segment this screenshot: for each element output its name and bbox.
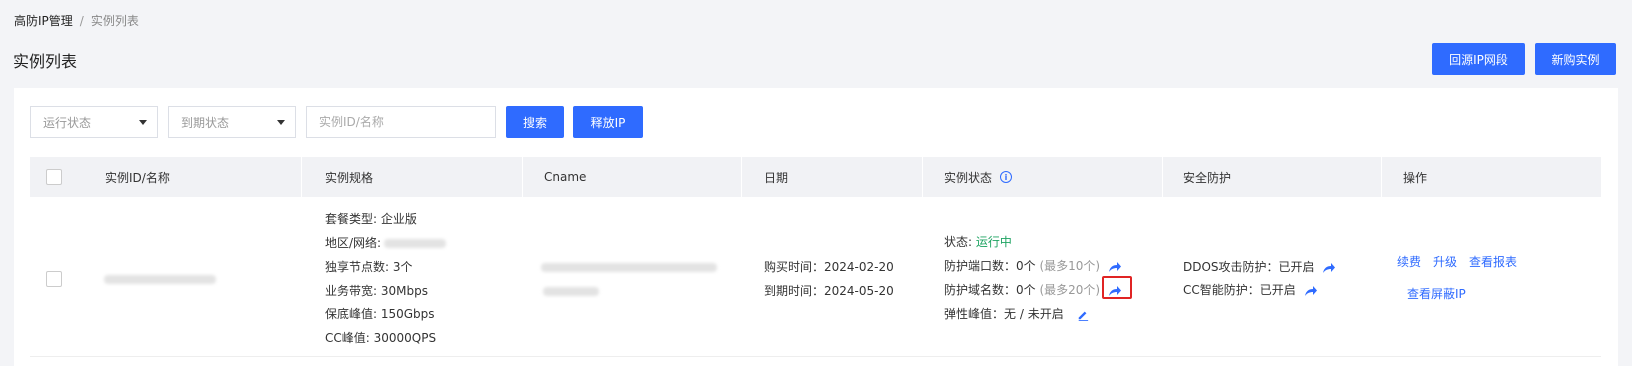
cc-label: CC智能防护： xyxy=(1183,283,1260,297)
caret-down-icon xyxy=(277,120,285,125)
elastic-value: 无 / 未开启 xyxy=(1004,307,1064,321)
header-spec: 实例规格 xyxy=(325,170,374,185)
row-checkbox[interactable] xyxy=(46,271,62,287)
backsrc-ip-button[interactable]: 回源IP网段 xyxy=(1432,43,1525,75)
expire-date: 到期时间：2024-05-20 xyxy=(764,284,894,298)
domains-max: (最多20个) xyxy=(1039,283,1101,297)
header-instance-id: 实例ID/名称 xyxy=(105,170,170,185)
redacted-cname xyxy=(543,287,599,296)
breadcrumb-parent[interactable]: 高防IP管理 xyxy=(14,14,73,28)
cc-value: 已开启 xyxy=(1259,283,1296,297)
spec-nodes: 独享节点数: 3个 xyxy=(325,260,413,274)
spec-bandwidth: 业务带宽: 30Mbps xyxy=(325,284,428,298)
buy-date: 购买时间：2024-02-20 xyxy=(764,260,894,274)
select-all-checkbox[interactable] xyxy=(46,169,62,185)
renew-link[interactable]: 续费 xyxy=(1397,254,1421,270)
header-date: 日期 xyxy=(764,170,789,185)
row-divider xyxy=(30,356,1601,357)
column-divider xyxy=(922,157,923,197)
upgrade-link[interactable]: 升级 xyxy=(1433,254,1457,270)
highlight-box xyxy=(1102,276,1132,299)
redacted-region xyxy=(384,239,446,248)
header-instance-status-label: 实例状态 xyxy=(944,170,993,185)
ports-value: 0个 xyxy=(1016,259,1036,273)
edit-icon[interactable] xyxy=(1076,309,1090,321)
column-divider xyxy=(1162,157,1163,197)
column-divider xyxy=(741,157,742,197)
ddos-line: DDOS攻击防护：已开启 xyxy=(1183,259,1336,275)
ddos-value: 已开启 xyxy=(1278,260,1315,274)
elastic-line: 弹性峰值：无 / 未开启 xyxy=(944,306,1090,322)
column-divider xyxy=(522,157,523,197)
ports-line: 防护端口数：0个 (最多10个) xyxy=(944,258,1122,274)
spec-region: 地区/网络: xyxy=(325,235,381,251)
spec-base-peak: 保底峰值: 150Gbps xyxy=(325,307,435,321)
spec-cc-peak: CC峰值: 30000QPS xyxy=(325,331,437,345)
ports-max: (最多10个) xyxy=(1039,259,1101,273)
breadcrumb-separator: / xyxy=(79,14,84,28)
run-status-select-label: 运行状态 xyxy=(43,115,92,130)
buy-instance-button[interactable]: 新购实例 xyxy=(1535,43,1616,75)
status-label: 状态: xyxy=(944,235,976,249)
expire-status-select-label: 到期状态 xyxy=(181,115,230,130)
ports-label: 防护端口数： xyxy=(944,259,1017,273)
header-ops: 操作 xyxy=(1403,170,1428,185)
redacted-instance-id xyxy=(104,275,216,284)
info-icon[interactable]: i xyxy=(1000,171,1013,183)
release-ip-button[interactable]: 释放IP xyxy=(573,106,643,138)
column-divider xyxy=(301,157,302,197)
elastic-label: 弹性峰值： xyxy=(944,307,1005,321)
domains-line: 防护域名数：0个 (最多20个) xyxy=(944,282,1122,298)
share-arrow-icon[interactable] xyxy=(1108,261,1122,273)
header-instance-status: 实例状态 i xyxy=(944,157,1013,197)
view-blocked-ip-link[interactable]: 查看屏蔽IP xyxy=(1407,286,1466,302)
status-line: 状态: 运行中 xyxy=(944,234,1012,250)
redacted-cname xyxy=(541,263,717,272)
breadcrumb: 高防IP管理 / 实例列表 xyxy=(14,12,139,29)
header-cname: Cname xyxy=(544,170,587,184)
status-running: 运行中 xyxy=(975,235,1012,249)
page-title: 实例列表 xyxy=(13,52,78,71)
expire-status-select[interactable]: 到期状态 xyxy=(168,106,296,138)
spec-region-label: 地区/网络: xyxy=(325,236,382,250)
table-header: 实例ID/名称 实例规格 Cname 日期 实例状态 i 安全防护 操作 xyxy=(30,157,1601,197)
search-button[interactable]: 搜索 xyxy=(506,106,564,138)
breadcrumb-current: 实例列表 xyxy=(90,14,139,28)
run-status-select[interactable]: 运行状态 xyxy=(30,106,158,138)
column-divider xyxy=(1381,157,1382,197)
ddos-label: DDOS攻击防护： xyxy=(1183,260,1279,274)
domains-value: 0个 xyxy=(1016,283,1036,297)
view-report-link[interactable]: 查看报表 xyxy=(1469,254,1517,270)
share-arrow-icon[interactable] xyxy=(1304,285,1318,297)
spec-package: 套餐类型: 企业版 xyxy=(325,212,417,226)
cc-line: CC智能防护：已开启 xyxy=(1183,282,1318,298)
header-protection: 安全防护 xyxy=(1183,170,1232,185)
domains-label: 防护域名数： xyxy=(944,283,1017,297)
caret-down-icon xyxy=(139,120,147,125)
search-input[interactable] xyxy=(306,106,496,138)
share-arrow-icon[interactable] xyxy=(1322,262,1336,274)
